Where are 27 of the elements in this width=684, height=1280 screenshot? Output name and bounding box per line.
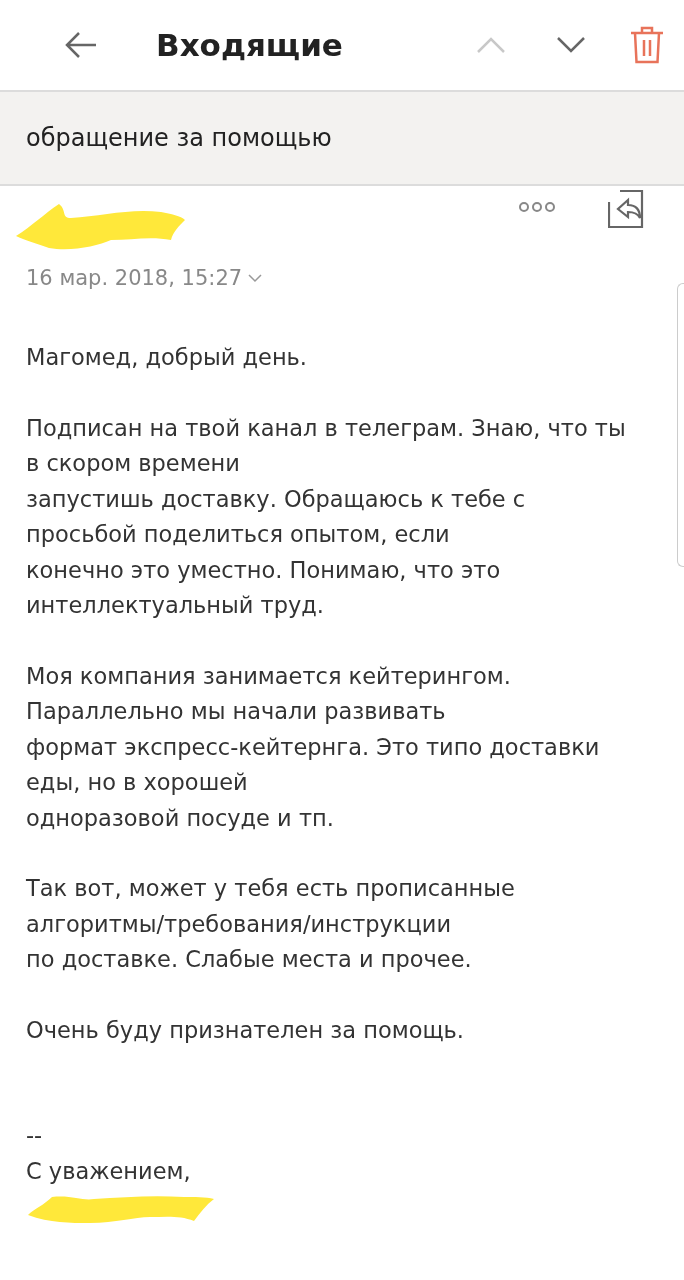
signature-text: --: [26, 1121, 44, 1150]
message-text-line: запустишь доставку. Обращаюсь к тебе с: [26, 484, 527, 514]
message-text-line: по доставке. Слабые места и прочее.: [26, 945, 473, 974]
reply-button[interactable]: [608, 190, 644, 228]
chevron-down-icon: [248, 273, 263, 283]
more-button[interactable]: [518, 200, 556, 214]
message-text-line: интеллектуальный труд.: [26, 591, 325, 620]
next-button[interactable]: [556, 36, 586, 54]
message-text-line: алгоритмы/требования/инструкции: [26, 909, 453, 939]
back-button[interactable]: [64, 30, 98, 60]
window-title: Входящие: [156, 27, 344, 63]
message-text-line: просьбой поделиться опытом, если: [26, 520, 451, 549]
message-text-line: Так вот, может у тебя есть прописанные: [26, 874, 516, 903]
delete-button[interactable]: [630, 26, 664, 64]
message-text-line: Магомед, добрый день.: [26, 343, 308, 372]
message-text-line: Очень буду признателен за помощь.: [26, 1015, 466, 1045]
message-text-line: еды, но в хорошей: [26, 768, 249, 797]
message-text-line: Моя компания занимается кейтерингом.: [26, 661, 512, 691]
message-text-line: одноразовой посуде и тп.: [26, 803, 335, 833]
message-subject: обращение за помощью: [26, 124, 332, 152]
signature-text: С уважением,: [26, 1156, 192, 1186]
message-text-line: в скором времени: [26, 449, 241, 478]
message-text-line: конечно это уместно. Понимаю, что это: [26, 555, 502, 585]
message-text-line: Параллельно мы начали развивать: [26, 697, 447, 726]
message-date[interactable]: 16 мар. 2018, 15:27: [0, 266, 263, 290]
message-text-line: Подписан на твой канал в телеграм. Знаю, что ты: [26, 413, 627, 443]
message-text-line: формат экспресс-кейтернга. Это типо доставки: [26, 732, 601, 762]
